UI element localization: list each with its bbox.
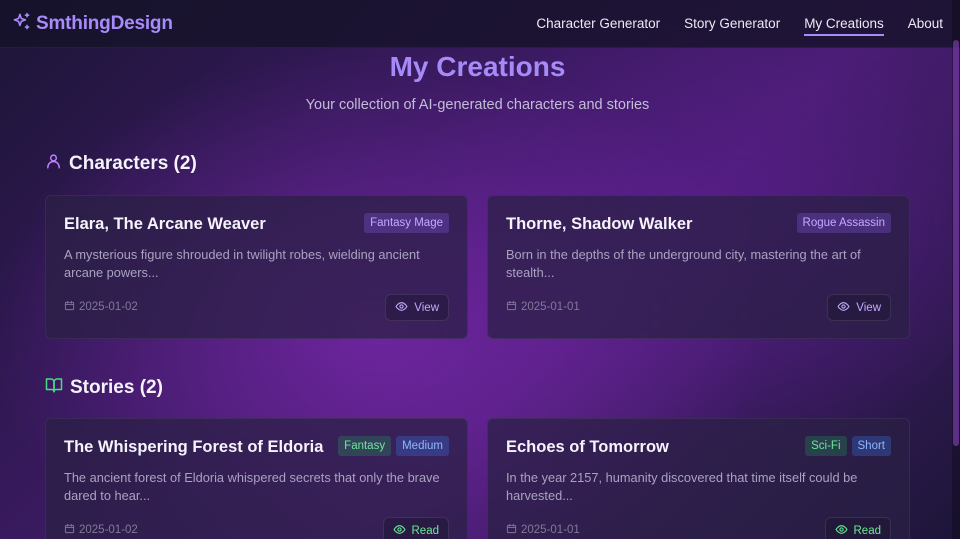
nav-about[interactable]: About (908, 16, 943, 36)
eye-icon (835, 523, 848, 539)
read-button[interactable]: Read (824, 517, 891, 539)
read-button[interactable]: Read (382, 517, 449, 539)
character-card: Thorne, Shadow Walker Rogue Assassin Bor… (487, 195, 910, 339)
card-title: Elara, The Arcane Weaver (64, 215, 266, 233)
card-title: Echoes of Tomorrow (506, 438, 669, 456)
character-card: Elara, The Arcane Weaver Fantasy Mage A … (45, 195, 468, 339)
nav-character-generator[interactable]: Character Generator (536, 16, 660, 36)
card-date: 2025-01-01 (506, 523, 580, 537)
date-text: 2025-01-02 (79, 524, 138, 536)
card-date: 2025-01-02 (64, 523, 138, 537)
card-title: Thorne, Shadow Walker (506, 215, 693, 233)
length-badge: Short (851, 436, 891, 456)
nav-links: Character Generator Story Generator My C… (536, 16, 943, 36)
view-button[interactable]: View (385, 294, 449, 321)
characters-section-title: Characters (2) (69, 153, 197, 174)
book-open-icon (45, 376, 63, 399)
card-description: In the year 2157, humanity discovered th… (506, 470, 858, 503)
eye-icon (837, 300, 850, 316)
sparkles-icon (12, 12, 31, 36)
read-button-label: Read (411, 524, 440, 537)
eye-icon (393, 523, 406, 539)
top-navbar: SmthingDesign Character Generator Story … (0, 0, 960, 48)
story-card: The Whispering Forest of Eldoria Fantasy… (45, 418, 468, 539)
stories-section-title: Stories (2) (70, 376, 163, 398)
class-badge: Fantasy Mage (364, 213, 449, 233)
story-card: Echoes of Tomorrow Sci-Fi Short In the y… (487, 418, 910, 539)
calendar-icon (64, 300, 75, 314)
date-text: 2025-01-01 (521, 524, 580, 536)
date-text: 2025-01-02 (79, 301, 138, 313)
eye-icon (395, 300, 408, 316)
brand-name: SmthingDesign (36, 13, 173, 34)
card-tags: Fantasy Mage (364, 213, 449, 233)
length-badge: Medium (396, 436, 449, 456)
card-date: 2025-01-01 (506, 300, 580, 314)
card-description: Born in the depths of the underground ci… (506, 247, 861, 280)
page-title: My Creations (389, 51, 566, 82)
genre-badge: Sci-Fi (805, 436, 847, 456)
characters-section-header: Characters (2) (45, 153, 197, 175)
stories-section-header: Stories (2) (45, 376, 163, 399)
page-subtitle: Your collection of AI-generated characte… (305, 97, 650, 113)
nav-story-generator[interactable]: Story Generator (684, 16, 780, 36)
read-button-label: Read (853, 524, 882, 537)
card-date: 2025-01-02 (64, 300, 138, 314)
genre-badge: Fantasy (338, 436, 392, 456)
card-title: The Whispering Forest of Eldoria (64, 438, 324, 456)
date-text: 2025-01-01 (521, 301, 580, 313)
nav-my-creations[interactable]: My Creations (804, 16, 884, 36)
user-icon (45, 153, 62, 175)
view-button-label: View (414, 301, 439, 314)
class-badge: Rogue Assassin (796, 213, 891, 233)
card-tags: Sci-Fi Short (805, 436, 891, 456)
card-tags: Rogue Assassin (796, 213, 891, 233)
calendar-icon (64, 523, 75, 537)
card-tags: Fantasy Medium (338, 436, 449, 456)
brand-logo-link[interactable]: SmthingDesign (12, 12, 173, 36)
view-button-label: View (856, 301, 881, 314)
calendar-icon (506, 523, 517, 537)
card-description: The ancient forest of Eldoria whispered … (64, 470, 440, 503)
calendar-icon (506, 300, 517, 314)
view-button[interactable]: View (827, 294, 891, 321)
card-description: A mysterious figure shrouded in twilight… (64, 247, 420, 280)
